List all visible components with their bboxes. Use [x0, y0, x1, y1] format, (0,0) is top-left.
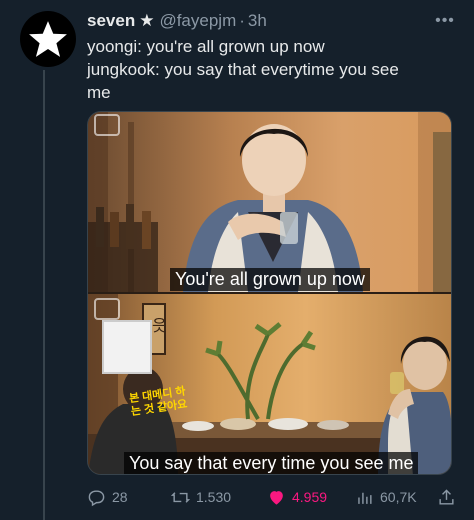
share-icon [439, 488, 454, 505]
channel-logo [94, 114, 120, 136]
star-icon [29, 21, 67, 57]
timestamp[interactable]: 3h [248, 11, 267, 31]
tweet-text: yoongi: you're all grown up now jungkook… [87, 35, 457, 104]
views-icon [358, 492, 372, 504]
heart-icon [270, 490, 283, 505]
tweet-line: me [87, 83, 111, 102]
star-badge: ★ [139, 11, 155, 30]
more-icon: ••• [435, 12, 455, 29]
like-count: 4.959 [292, 489, 328, 505]
share-button[interactable] [437, 488, 457, 507]
separator-dot: · [239, 11, 245, 30]
channel-logo [94, 298, 120, 320]
media-image[interactable]: You're all grown up now 읏 본 대메디 하는 것 같아요… [87, 111, 452, 475]
caption-bottom: You say that every time you see me [124, 452, 419, 474]
more-button[interactable]: ••• [430, 9, 460, 33]
user-handle[interactable]: @fayepjm [159, 11, 236, 31]
retweet-count: 1.530 [196, 489, 232, 505]
tweet-line: jungkook: you say that everytime you see [87, 60, 399, 79]
retweet-button[interactable]: 1.530 [171, 488, 267, 507]
thread-line [43, 70, 45, 520]
media-panel-bottom: 읏 본 대메디 하는 것 같아요 You say that every time… [88, 294, 451, 474]
display-name[interactable]: seven [87, 11, 135, 31]
caption-top: You're all grown up now [170, 268, 370, 291]
scene-top-illustration [88, 112, 451, 292]
sign-text: 읏 [152, 318, 167, 335]
media-panel-top: You're all grown up now [88, 112, 451, 292]
retweet-icon [171, 491, 190, 503]
scene-bottom-illustration [88, 294, 451, 474]
tweet-header: seven ★ @fayepjm · 3h ••• [87, 9, 464, 33]
tweet-line: yoongi: you're all grown up now [87, 37, 325, 56]
reply-count: 28 [112, 489, 128, 505]
like-button[interactable]: 4.959 [267, 488, 355, 507]
action-bar: 28 1.530 4.959 60,7K [87, 486, 457, 508]
view-count: 60,7K [380, 489, 417, 505]
views-button[interactable]: 60,7K [355, 488, 437, 507]
reply-icon [88, 489, 105, 506]
avatar[interactable] [20, 11, 76, 67]
reply-button[interactable]: 28 [87, 488, 171, 507]
